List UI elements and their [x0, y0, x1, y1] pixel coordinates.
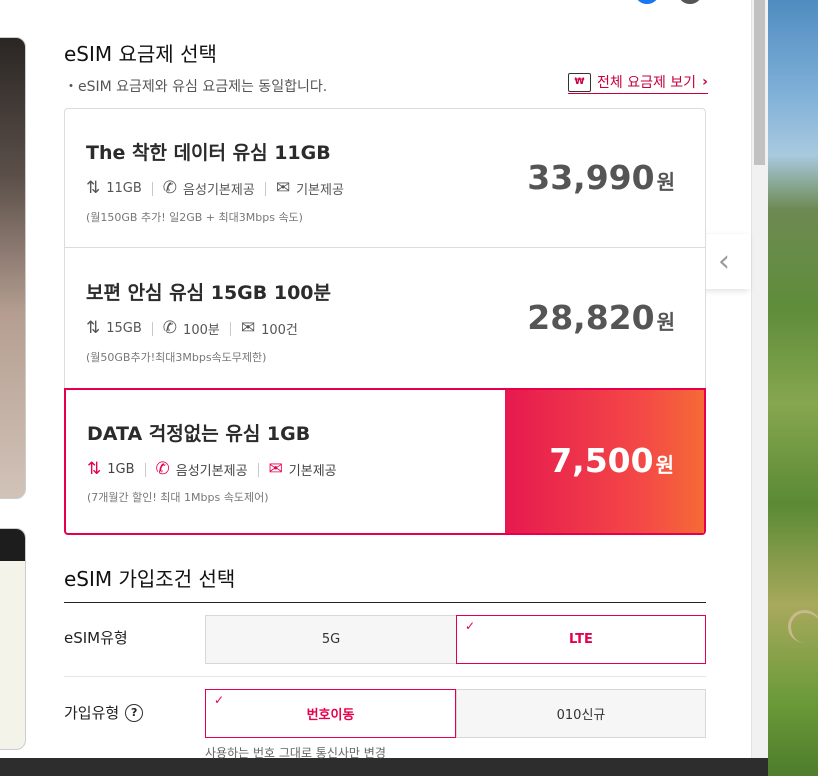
background-promo-card-2: [0, 528, 26, 750]
chevron-left-icon: ‹: [718, 244, 730, 279]
scrollbar-thumb[interactable]: [754, 0, 765, 165]
join-type-label: 가입유형 ?: [64, 702, 144, 723]
plan-data: 1GB: [107, 462, 135, 477]
join-type-option-new-010[interactable]: 010신규: [456, 689, 706, 738]
phone-icon: ✆: [162, 178, 178, 198]
plan-card-selected[interactable]: DATA 걱정없는 유심 1GB ⇅ 1GB ✆ 음성기본제공 ✉ 기본제공 (7개월…: [64, 388, 706, 535]
plan-name: The 착한 데이터 유심 11GB: [86, 142, 331, 164]
plan-price: 7,500 원: [549, 441, 674, 480]
option-label: LTE: [569, 632, 593, 647]
plan-section-title: eSIM 요금제 선택: [64, 42, 217, 66]
chevron-right-icon: ›: [702, 74, 708, 90]
plan-fine-print: (7개월간 할인! 최대 1Mbps 속도제어): [87, 491, 269, 504]
join-type-option-number-port[interactable]: ✓ 번호이동: [205, 689, 456, 738]
esim-type-option-5g[interactable]: 5G: [205, 615, 457, 664]
plan-price-value: 28,820: [527, 298, 655, 337]
help-icon[interactable]: ?: [125, 703, 144, 722]
envelope-icon: ✉: [275, 178, 291, 198]
phone-icon: ✆: [162, 318, 178, 338]
condition-section-title: eSIM 가입조건 선택: [64, 567, 236, 591]
plan-section-note: ・eSIM 요금제와 유심 요금제는 동일합니다.: [64, 79, 328, 95]
option-label: 번호이동: [306, 708, 355, 723]
plan-price: 28,820 원: [527, 298, 675, 337]
option-label: 5G: [321, 632, 341, 647]
plan-sms: 100건: [261, 323, 298, 338]
all-plans-link[interactable]: ₩ 전체 요금제 보기 ›: [568, 72, 708, 94]
plan-fine-print: (월50GB추가!최대3Mbps속도무제한): [86, 351, 267, 364]
join-type-helper-text: 사용하는 번호 그대로 통신사만 변경: [205, 746, 386, 760]
plan-price-unit: 원: [656, 310, 675, 334]
phone-icon: ✆: [155, 459, 170, 479]
plan-card[interactable]: The 착한 데이터 유심 11GB ⇅ 11GB ✆ 음성기본제공 ✉ 기본제공 (…: [64, 108, 706, 249]
check-icon: ✓: [214, 693, 225, 707]
join-type-label-text: 가입유형: [64, 704, 120, 722]
plan-card[interactable]: 보편 안심 유심 15GB 100분 ⇅ 15GB ✆ 100분 ✉ 100건 (월5…: [64, 247, 706, 390]
won-icon: ₩: [568, 72, 591, 92]
all-plans-link-label: 전체 요금제 보기: [597, 75, 697, 91]
plan-price-unit: 원: [655, 453, 674, 477]
plan-voice: 음성기본제공: [183, 183, 255, 198]
facebook-icon[interactable]: [636, 0, 658, 4]
plan-name: DATA 걱정없는 유심 1GB: [87, 423, 311, 445]
plan-features: ⇅ 1GB ✆ 음성기본제공 ✉ 기본제공: [87, 459, 337, 480]
plan-name: 보편 안심 유심 15GB 100분: [86, 282, 331, 304]
plan-sms: 기본제공: [288, 464, 337, 479]
row-divider: [64, 676, 706, 677]
plan-list: The 착한 데이터 유심 11GB ⇅ 11GB ✆ 음성기본제공 ✉ 기본제공 (…: [64, 108, 706, 535]
plan-price-value: 33,990: [527, 158, 655, 197]
plan-features: ⇅ 15GB ✆ 100분 ✉ 100건: [86, 318, 298, 339]
up-down-arrows-icon: ⇅: [86, 178, 101, 198]
plan-price-unit: 원: [656, 170, 675, 194]
esim-type-label: eSIM유형: [64, 629, 128, 647]
envelope-icon: ✉: [268, 459, 283, 479]
section-divider: [64, 602, 706, 603]
plan-fine-print: (월150GB 추가! 일2GB + 최대3Mbps 속도): [86, 211, 303, 224]
plan-sms: 기본제공: [296, 183, 344, 198]
background-promo-card: [0, 37, 26, 499]
plan-voice: 음성기본제공: [175, 464, 248, 479]
esim-type-option-lte[interactable]: ✓ LTE: [456, 615, 706, 664]
envelope-icon: ✉: [240, 318, 256, 338]
plan-data: 15GB: [106, 321, 142, 336]
plan-voice: 100분: [183, 323, 220, 338]
desktop-wallpaper: [768, 0, 818, 776]
plan-price-value: 7,500: [549, 441, 654, 480]
plan-features: ⇅ 11GB ✆ 음성기본제공 ✉ 기본제공: [86, 178, 344, 199]
up-down-arrows-icon: ⇅: [86, 318, 101, 338]
plan-data: 11GB: [106, 181, 142, 196]
option-label: 010신규: [556, 708, 606, 723]
up-down-arrows-icon: ⇅: [87, 459, 102, 479]
check-icon: ✓: [465, 619, 476, 633]
plan-price: 33,990 원: [527, 158, 675, 197]
share-icon[interactable]: [679, 0, 701, 4]
